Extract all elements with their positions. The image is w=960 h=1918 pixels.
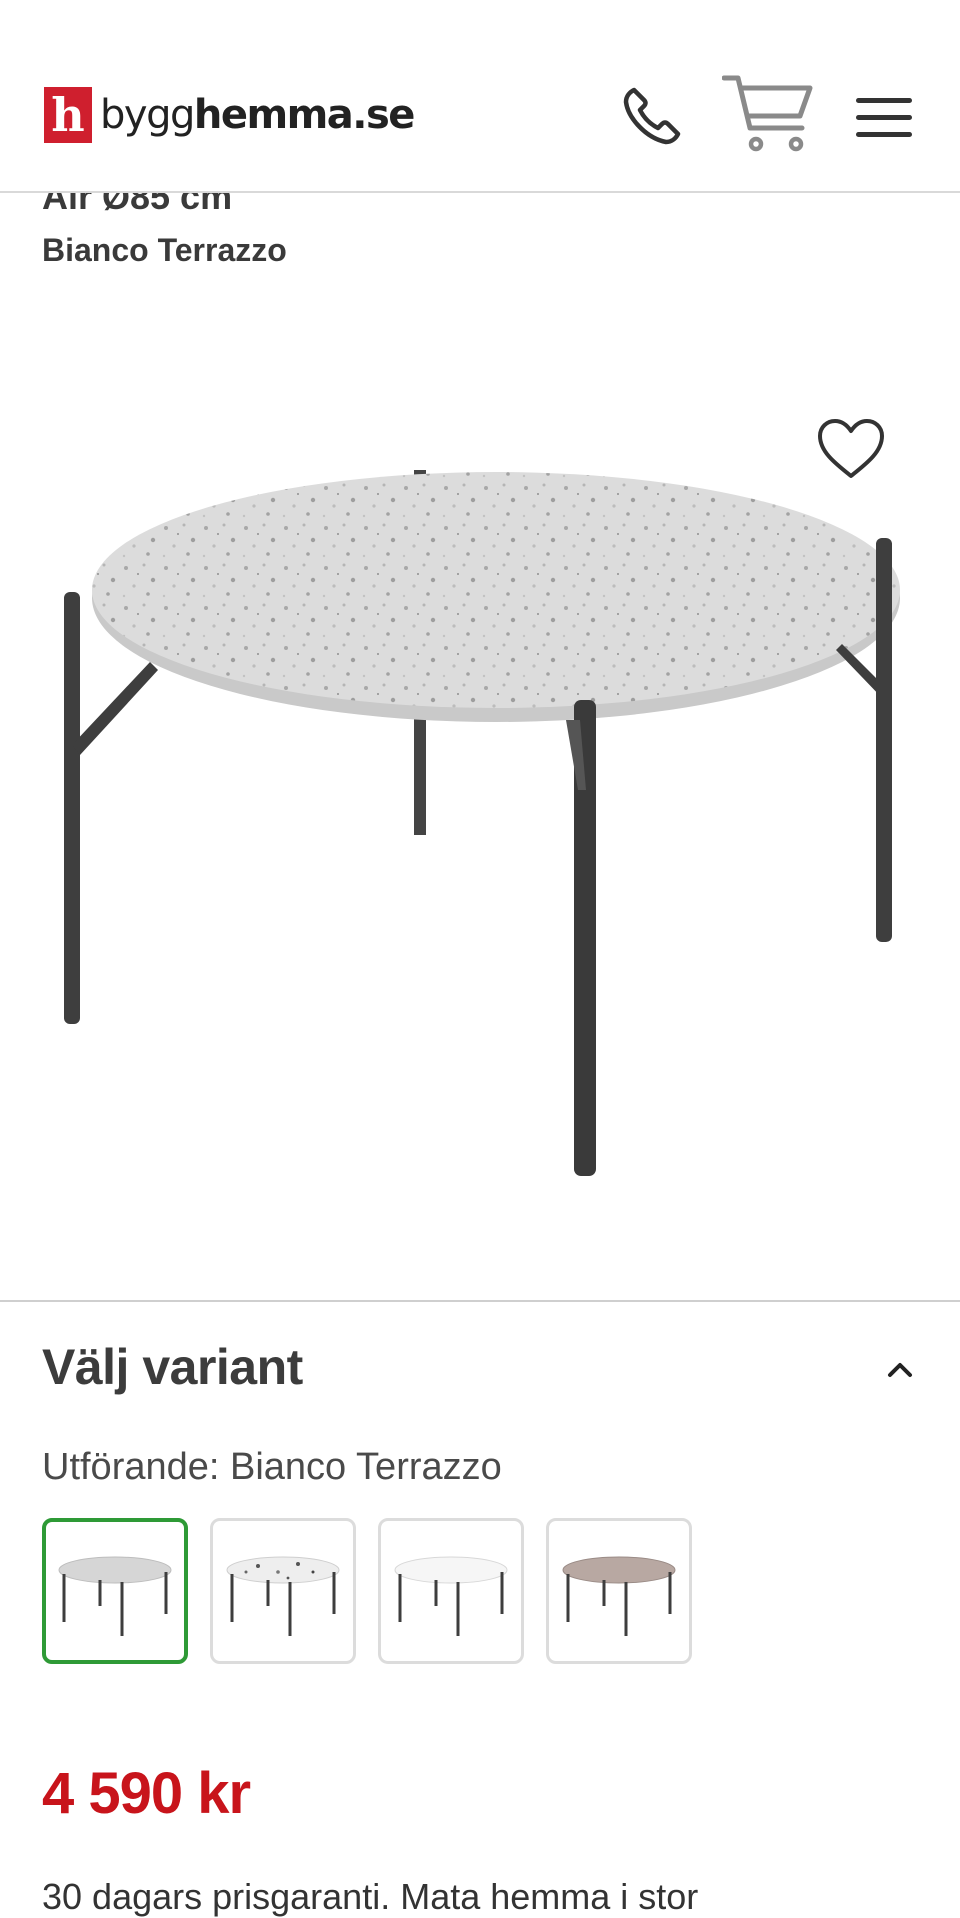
variant-swatches	[42, 1518, 692, 1664]
cart-icon[interactable]	[722, 72, 814, 156]
site-logo[interactable]: h bygghemma.se	[44, 87, 416, 143]
swatch-image	[562, 1556, 676, 1636]
logo-text-light: bygg	[100, 92, 195, 138]
menu-icon[interactable]	[856, 96, 912, 140]
product-price: 4 590 kr	[42, 1761, 251, 1826]
chevron-up-icon[interactable]	[882, 1354, 918, 1384]
variant-swatch-white-marble[interactable]	[378, 1518, 524, 1664]
product-variant-name: Bianco Terrazzo	[42, 232, 287, 268]
phone-icon[interactable]	[620, 84, 684, 148]
swatch-image	[394, 1556, 508, 1636]
favorite-heart-icon[interactable]	[816, 418, 886, 482]
variant-swatch-terrazzo-speckled[interactable]	[210, 1518, 356, 1664]
logo-text-bold: hemma.se	[193, 92, 416, 138]
logo-text: bygghemma.se	[100, 92, 416, 138]
variant-swatch-bianco-terrazzo[interactable]	[42, 1518, 188, 1664]
logo-mark: h	[44, 87, 92, 143]
variant-swatch-taupe[interactable]	[546, 1518, 692, 1664]
swatch-image	[58, 1556, 172, 1636]
price-guarantee-text: 30 dagars prisgaranti. Mata hemma i stor	[42, 1876, 699, 1917]
site-header: h bygghemma.se	[0, 0, 960, 193]
variant-selected-label: Utförande: Bianco Terrazzo	[42, 1446, 502, 1488]
swatch-image	[226, 1556, 340, 1636]
section-divider	[0, 1300, 960, 1302]
variant-heading[interactable]: Välj variant	[42, 1338, 303, 1396]
